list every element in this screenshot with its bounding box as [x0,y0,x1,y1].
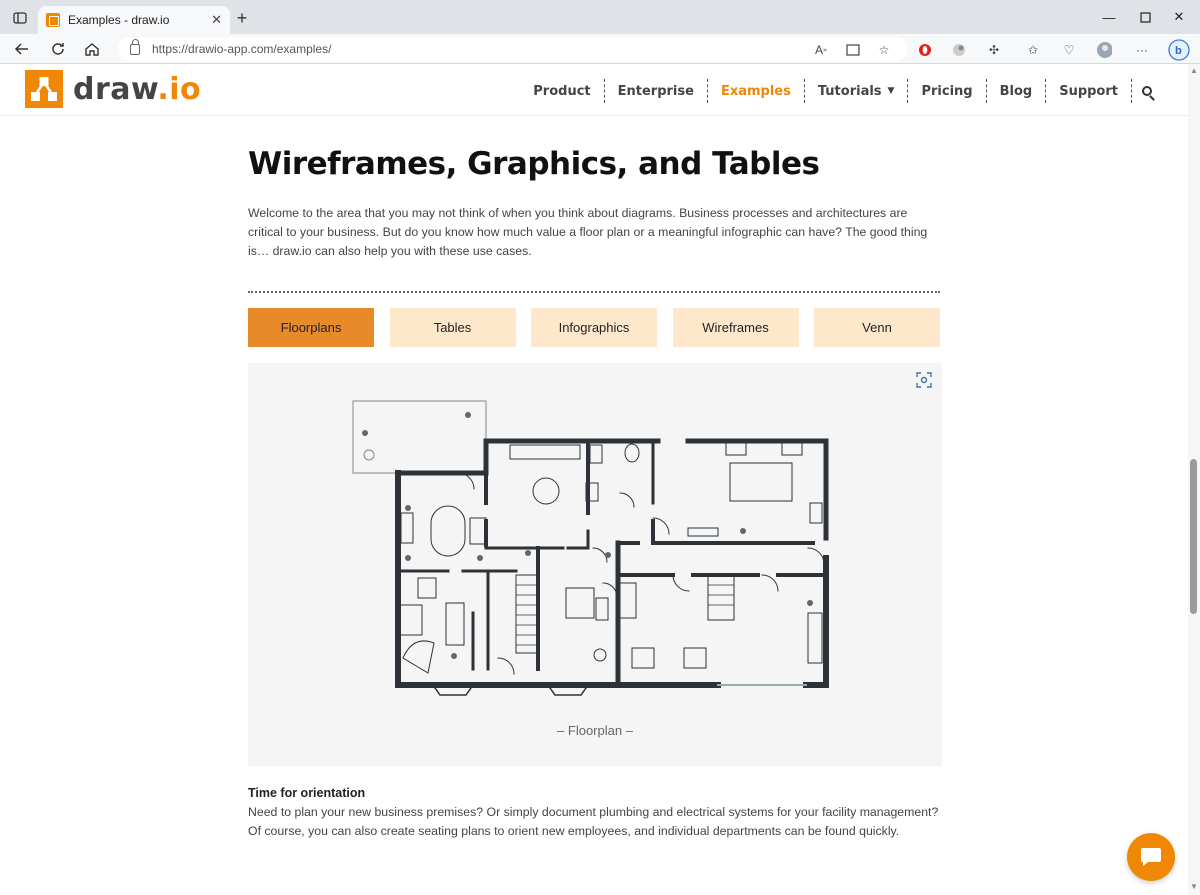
nav-tutorials-label: Tutorials [817,83,882,99]
nav-blog[interactable]: Blog [987,79,1047,103]
drawio-favicon-icon [46,13,60,27]
immersive-reader-icon[interactable] [845,42,861,58]
scrollbar-thumb[interactable] [1190,459,1197,614]
chat-support-button[interactable] [1127,833,1175,881]
profile-avatar-icon[interactable] [1096,42,1112,58]
favorites-icon[interactable]: ✩ [1025,42,1041,58]
chat-icon [1141,848,1161,866]
example-tabs: Floorplans Tables Infographics Wireframe… [248,308,940,347]
drawio-logo[interactable]: draw.io [25,70,201,108]
search-icon[interactable] [1132,79,1158,103]
tab-infographics[interactable]: Infographics [531,308,657,347]
home-icon[interactable] [82,39,102,59]
address-bar-row: https://drawio-app.com/examples/ A» ☆ ✣ … [0,34,1200,64]
section-title: Time for orientation [248,786,366,800]
intro-paragraph: Welcome to the area that you may not thi… [248,206,928,258]
main-nav: Product Enterprise Examples Tutorials ▼ … [520,78,1158,104]
logo-text: draw.io [73,71,202,107]
close-tab-icon[interactable]: ✕ [211,12,222,28]
section-text: Need to plan your new business premises?… [248,805,939,838]
lock-icon [130,38,140,55]
read-aloud-icon[interactable]: A» [813,42,829,58]
browser-tab-title: Examples - draw.io [68,13,170,27]
page-title: Wireframes, Graphics, and Tables [248,146,820,182]
refresh-icon[interactable] [48,39,68,59]
tab-actions-icon[interactable] [10,8,30,28]
figure-caption: – Floorplan – [557,723,633,738]
chevron-down-icon: ▼ [887,86,895,96]
browser-tab[interactable]: Examples - draw.io ✕ [38,6,230,34]
tab-floorplans[interactable]: Floorplans [248,308,374,347]
url-text: https://drawio-app.com/examples/ [152,42,332,56]
page-scrollbar[interactable]: ▲ ▼ [1188,64,1200,895]
extensions-puzzle-icon[interactable]: ✣ [986,42,1002,58]
opera-extension-icon[interactable] [917,42,933,58]
maximize-icon[interactable] [1134,6,1156,28]
svg-text:b: b [1175,45,1182,57]
tab-tables[interactable]: Tables [389,308,516,347]
nav-tutorials[interactable]: Tutorials ▼ [805,79,909,103]
main-content: Wireframes, Graphics, and Tables Welcome… [248,116,942,841]
browser-essentials-icon[interactable]: ♡ [1061,42,1077,58]
tab-venn[interactable]: Venn [814,308,940,347]
nav-product[interactable]: Product [520,79,605,103]
scroll-down-arrow-icon[interactable]: ▼ [1190,882,1198,891]
url-field[interactable]: https://drawio-app.com/examples/ [118,37,908,61]
nav-support[interactable]: Support [1046,79,1132,103]
nav-examples[interactable]: Examples [708,79,805,103]
close-window-icon[interactable]: ✕ [1168,6,1190,28]
new-tab-icon[interactable]: + [232,8,252,28]
nav-enterprise[interactable]: Enterprise [605,79,708,103]
minimize-icon[interactable]: — [1098,6,1120,28]
back-icon[interactable] [12,39,32,59]
more-options-icon[interactable]: ··· [1134,42,1150,58]
browser-tab-bar: Examples - draw.io ✕ + — ✕ [0,0,1200,34]
tab-wireframes[interactable]: Wireframes [672,308,799,347]
floorplan-figure[interactable]: – Floorplan – [248,363,942,766]
favorite-star-icon[interactable]: ☆ [876,42,892,58]
extension-icon[interactable] [951,42,967,58]
site-header: draw.io Product Enterprise Examples Tuto… [0,64,1188,116]
copilot-icon[interactable]: b [1168,39,1190,61]
floorplan-image [352,400,829,696]
scroll-up-arrow-icon[interactable]: ▲ [1190,66,1198,75]
dotted-divider [248,291,940,293]
nav-pricing[interactable]: Pricing [908,79,987,103]
logo-mark-icon [25,70,63,108]
